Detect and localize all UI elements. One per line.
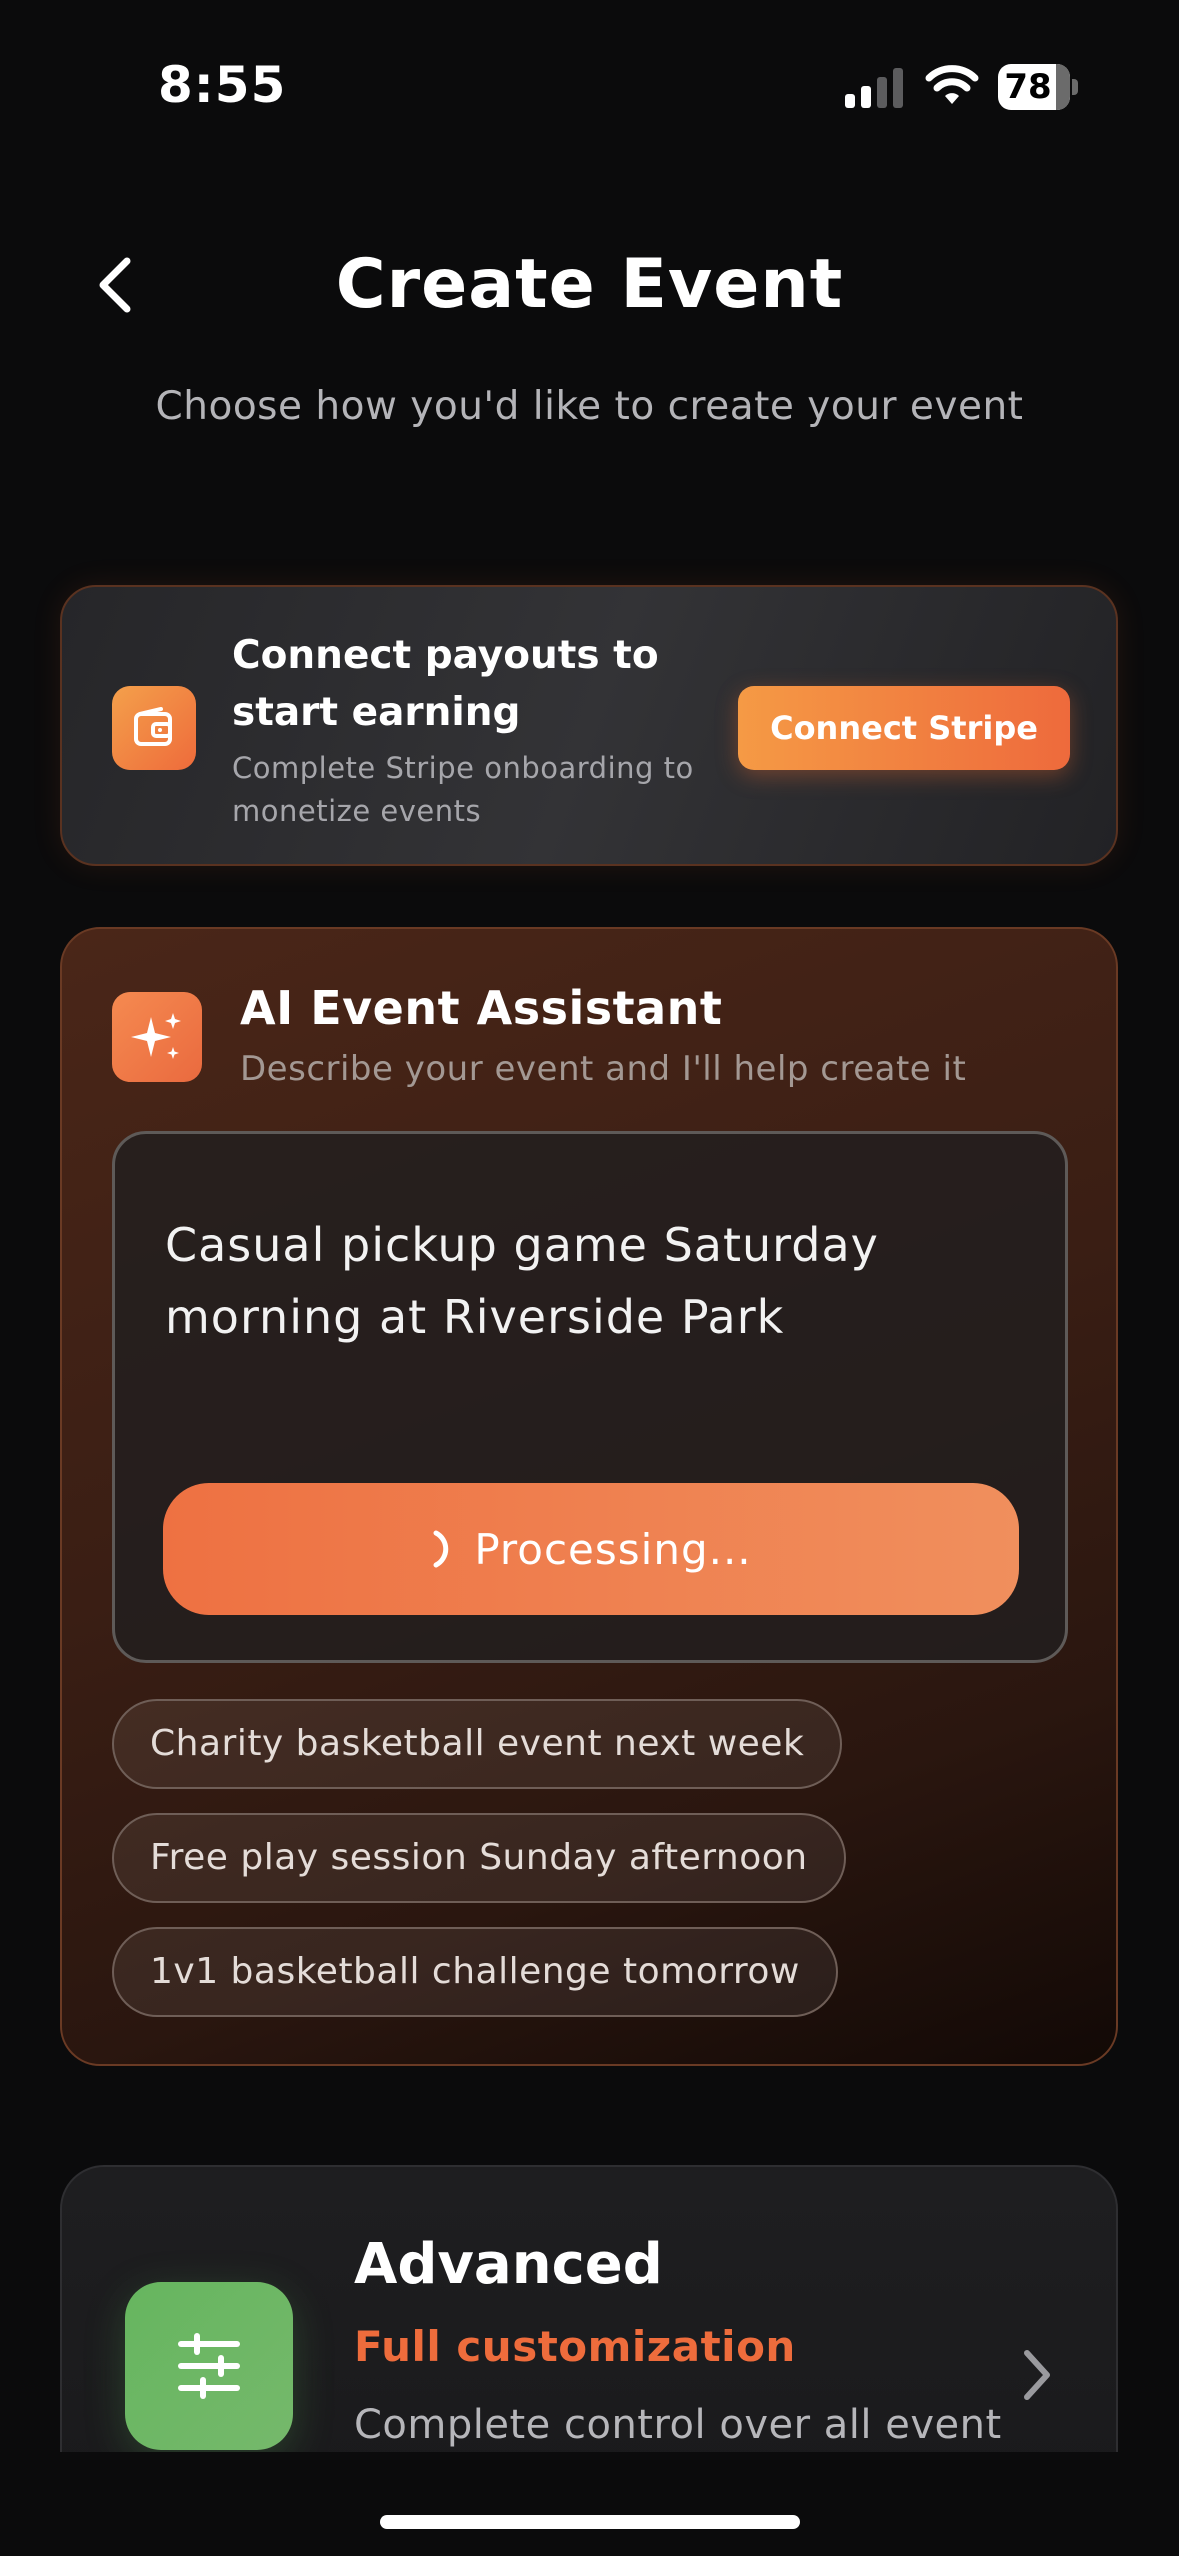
wallet-icon: [112, 686, 196, 770]
cellular-signal-icon: [845, 68, 903, 108]
advanced-description: Complete control over all event: [354, 2402, 1002, 2448]
sliders-icon: [125, 2282, 293, 2450]
ai-assistant-title: AI Event Assistant: [240, 981, 723, 1035]
sparkles-icon: [112, 992, 202, 1082]
processing-button[interactable]: Processing...: [163, 1483, 1019, 1615]
advanced-tag: Full customization: [354, 2322, 796, 2371]
wifi-icon: [925, 65, 979, 104]
page-subtitle: Choose how you'd like to create your eve…: [155, 384, 1024, 429]
status-time: 8:55: [158, 56, 287, 114]
battery-cap: [1072, 79, 1078, 95]
loading-spinner-icon: [433, 1530, 449, 1568]
suggestion-chip[interactable]: Free play session Sunday afternoon: [112, 1813, 846, 1903]
wallet-glyph: [134, 707, 172, 746]
stripe-card-description: Complete Stripe onboarding to monetize e…: [232, 751, 694, 828]
bottom-safe-area: [0, 2452, 1179, 2556]
suggestion-chip[interactable]: 1v1 basketball challenge tomorrow: [112, 1927, 838, 2017]
advanced-title: Advanced: [354, 2232, 663, 2297]
battery-indicator: 78: [998, 64, 1078, 110]
connect-stripe-button[interactable]: Connect Stripe: [738, 686, 1070, 770]
stripe-card-title: Connect payouts to start earning: [232, 633, 659, 735]
battery-empty-portion: [1056, 64, 1070, 110]
battery-percentage: 78: [1004, 67, 1052, 107]
battery-body: 78: [998, 64, 1070, 110]
home-indicator: [380, 2515, 800, 2529]
processing-label: Processing...: [474, 1524, 752, 1574]
ai-event-assistant-card: AI Event Assistant Describe your event a…: [60, 927, 1118, 2066]
stripe-payout-card: Connect payouts to start earning Complet…: [60, 585, 1118, 866]
event-description-text[interactable]: Casual pickup game Saturday morning at R…: [165, 1209, 985, 1353]
sparkles-glyph: [131, 1013, 181, 1059]
page-title: Create Event: [335, 245, 844, 324]
ai-assistant-subtitle: Describe your event and I'll help create…: [240, 1049, 967, 1089]
chevron-right-icon: [1024, 2350, 1050, 2400]
sliders-glyph: [178, 2333, 240, 2399]
event-description-input[interactable]: Casual pickup game Saturday morning at R…: [112, 1131, 1068, 1663]
suggestion-chip[interactable]: Charity basketball event next week: [112, 1699, 843, 1789]
status-bar: 8:55 78: [0, 0, 1179, 170]
